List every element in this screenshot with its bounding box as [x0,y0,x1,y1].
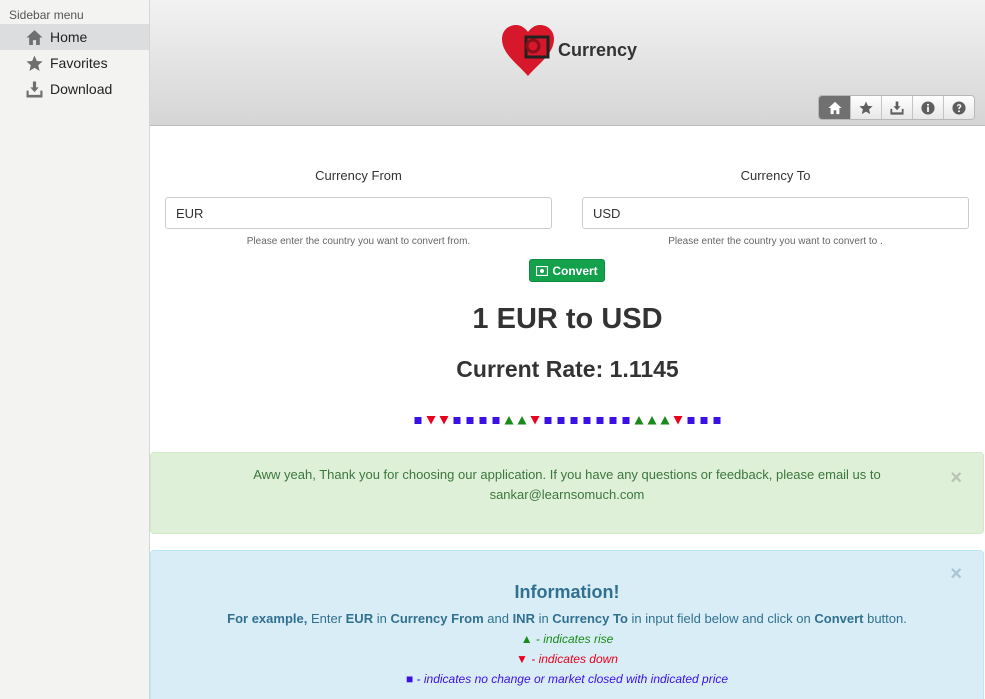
legend-rise-text: - indicates rise [532,632,614,646]
example-convert: Convert [814,611,864,626]
sidebar-item-label: Favorites [50,55,108,71]
trend-flat-icon [556,414,567,425]
legend-flat-text: - indicates no change or market closed w… [413,672,729,686]
trend-flat-icon [608,414,619,425]
current-rate: Current Rate: 1.1145 [456,356,679,382]
currency-to-input[interactable] [582,197,969,229]
currency-from-help: Please enter the country you want to con… [246,236,471,247]
sidebar-item-download[interactable]: Download [0,76,149,102]
example-currency-from: Currency From [390,611,484,626]
header-toolbar [818,95,975,120]
help-icon [952,100,966,115]
trend-down-icon [426,414,437,425]
trend-flat-icon [491,414,502,425]
trend-up-icon [504,414,515,425]
success-alert-text: Aww yeah, Thank you for choosing our app… [253,467,881,502]
trend-flat-icon [582,414,593,425]
trend-down-icon [530,414,541,425]
toolbar-download-button[interactable] [881,96,912,119]
legend-rise: ▲ - indicates rise [151,632,983,646]
conversion-title: 1 EUR to USD [472,303,663,335]
download-icon [890,100,904,115]
toolbar-help-button[interactable] [943,96,974,119]
trend-down-icon [439,414,450,425]
trend-flat-icon [699,414,710,425]
header: Currency [150,0,985,126]
example-currency-to: Currency To [552,611,628,626]
home-icon [25,28,43,46]
trend-flat-icon [595,414,606,425]
app-logo: Currency [500,24,637,78]
toolbar-favorites-button[interactable] [850,96,881,119]
star-icon [25,54,43,72]
sidebar: Sidebar menu Home Favorites Download [0,0,150,699]
legend-down-text: - indicates down [527,652,618,666]
toolbar-home-button[interactable] [819,96,850,119]
example-text: in input field below and click on [627,611,815,626]
currency-to-label: Currency To [740,168,811,183]
download-icon [25,80,43,98]
example-text: Enter [307,611,346,626]
success-alert-close-icon[interactable]: × [950,468,962,488]
trend-flat-icon [686,414,697,425]
home-icon [827,101,842,114]
trend-up-icon [517,414,528,425]
example-text: in [373,611,391,626]
convert-button[interactable]: Convert [529,259,605,282]
trend-flat-icon [712,414,723,425]
sidebar-item-home[interactable]: Home [0,24,149,50]
sidebar-item-label: Home [50,29,88,45]
success-alert: Aww yeah, Thank you for choosing our app… [150,452,984,534]
info-example-line: For example, Enter EUR in Currency From … [151,611,983,626]
main-content: Currency From Currency To Please enter t… [150,127,985,699]
currency-to-help: Please enter the country you want to con… [668,236,883,247]
example-inr: INR [512,611,535,626]
currency-from-input[interactable] [165,197,552,229]
example-text: and [483,611,513,626]
example-eur: EUR [345,611,374,626]
rise-triangle-icon: ▲ [520,632,533,646]
trend-up-icon [647,414,658,425]
trend-flat-icon [465,414,476,425]
example-text: in [534,611,553,626]
trend-down-icon [673,414,684,425]
sidebar-item-favorites[interactable]: Favorites [0,50,149,76]
info-alert-close-icon[interactable]: × [950,563,962,586]
legend-flat: ■ - indicates no change or market closed… [151,672,983,686]
trend-flat-icon [478,414,489,425]
sidebar-item-label: Download [50,81,113,97]
toolbar-info-button[interactable] [912,96,943,119]
convert-button-label: Convert [552,263,598,278]
sidebar-title: Sidebar menu [9,8,84,22]
trend-indicators [150,414,985,425]
money-icon [536,265,549,276]
trend-up-icon [634,414,645,425]
currency-from-label: Currency From [315,168,402,183]
trend-flat-icon [452,414,463,425]
info-alert-title: Information! [514,582,620,602]
example-text: button. [863,611,907,626]
trend-flat-icon [413,414,424,425]
example-lead: For example, [227,611,308,626]
down-triangle-icon: ▼ [516,652,528,666]
trend-up-icon [660,414,671,425]
trend-flat-icon [569,414,580,425]
star-icon [859,100,873,114]
info-alert: × Information! For example, Enter EUR in… [150,550,984,699]
legend-down: ▼ - indicates down [151,652,983,666]
trend-flat-icon [621,414,632,425]
heart-logo-icon [502,25,554,76]
trend-flat-icon [543,414,554,425]
app-title: Currency [558,39,638,60]
info-icon [921,100,935,115]
